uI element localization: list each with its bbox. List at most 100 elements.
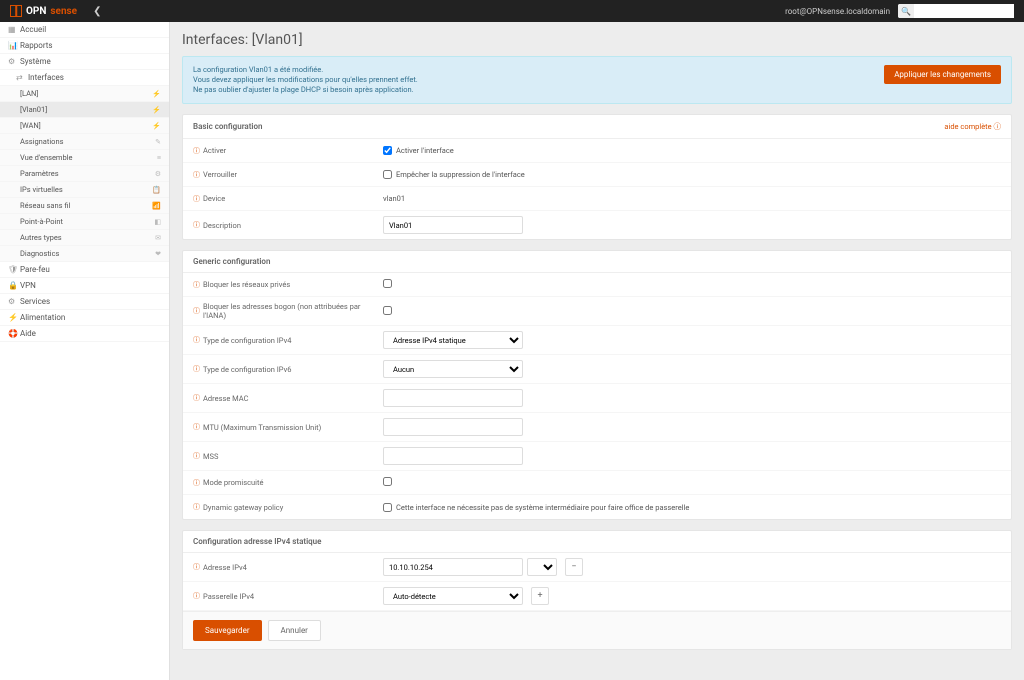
sidebar-item-rapports[interactable]: 📊Rapports [0,38,169,54]
info-icon[interactable]: ⓘ [193,306,200,316]
alert-line1: La configuration Vlan01 a été modifiée. [193,65,418,74]
info-icon[interactable]: ⓘ [193,562,200,572]
label-device: Device [203,194,225,203]
ipv6-type-select[interactable]: Aucun [383,360,523,378]
lock-checkbox[interactable] [383,170,392,179]
sidebar-item-vpn[interactable]: 🔒VPN [0,278,169,294]
enable-checkbox-label[interactable]: Activer l'interface [383,146,1001,155]
sidebar: ▦Accueil📊Rapports⚙Système⇄Interfaces [LA… [0,22,170,680]
section-ipv4-title: Configuration adresse IPv4 statique [193,537,321,546]
row-icon: ❤ [155,250,161,258]
help-link[interactable]: aide complète [944,121,1001,132]
info-icon[interactable]: ⓘ [193,478,200,488]
dyngw-checkbox[interactable] [383,503,392,512]
mss-input[interactable] [383,447,523,465]
topbar: OPN sense ❮ root@OPNsense.localdomain 🔍 [0,0,1024,22]
sidebar-iface-item[interactable]: [LAN]⚡ [0,86,169,102]
cancel-button[interactable]: Annuler [268,620,321,641]
info-icon[interactable]: ⓘ [193,170,200,180]
block-private-checkbox[interactable] [383,279,392,288]
save-button[interactable]: Sauvegarder [193,620,262,641]
sidebar-item-accueil[interactable]: ▦Accueil [0,22,169,38]
nav-icon: 📊 [8,41,20,50]
info-icon[interactable]: ⓘ [193,146,200,156]
info-icon[interactable]: ⓘ [193,364,200,374]
action-row: Sauvegarder Annuler [183,611,1011,649]
nav-icon: ⚙ [8,57,20,66]
search-input[interactable] [914,4,1014,18]
sidebar-item-alimentation[interactable]: ⚡Alimentation [0,310,169,326]
sidebar-item-interfaces[interactable]: ⇄Interfaces [0,70,169,86]
sidebar-iface-item[interactable]: Autres types✉ [0,230,169,246]
row-icon: ✎ [155,138,161,146]
info-icon[interactable]: ⓘ [193,335,200,345]
info-icon[interactable]: ⓘ [193,280,200,290]
dyngw-checkbox-label[interactable]: Cette interface ne nécessite pas de syst… [383,503,1001,512]
row-icon: ⚡ [152,122,161,130]
panel-ipv4: Configuration adresse IPv4 statique ⓘAdr… [182,530,1012,650]
label-desc: Description [203,221,241,230]
ipv4-address-input[interactable] [383,558,523,576]
row-icon: ⚙ [155,170,161,178]
alert-line3: Ne pas oublier d'ajuster la plage DHCP s… [193,85,418,94]
sidebar-item-système[interactable]: ⚙Système [0,54,169,70]
label-ipv4gw: Passerelle IPv4 [203,592,254,601]
sidebar-iface-item[interactable]: Point-à-Point◧ [0,214,169,230]
apply-changes-button[interactable]: Appliquer les changements [884,65,1001,84]
section-basic-title: Basic configuration [193,122,263,131]
label-block-priv: Bloquer les réseaux privés [203,280,290,289]
sidebar-iface-item[interactable]: Réseau sans fil📶 [0,198,169,214]
mac-input[interactable] [383,389,523,407]
sidebar-item-aide[interactable]: 🛟Aide [0,326,169,342]
description-input[interactable] [383,216,523,234]
ipv4-type-select[interactable]: Adresse IPv4 statique [383,331,523,349]
label-ipv6type: Type de configuration IPv6 [203,365,291,374]
sidebar-toggle-icon[interactable]: ❮ [93,6,101,17]
info-icon[interactable]: ⓘ [193,220,200,230]
nav-icon: ⚙ [8,297,20,306]
alert-box: La configuration Vlan01 a été modifiée. … [182,56,1012,104]
brand-b: sense [50,6,77,17]
sidebar-iface-item[interactable]: Diagnostics❤ [0,246,169,262]
sidebar-item-services[interactable]: ⚙Services [0,294,169,310]
mask-minus-button[interactable]: − [565,558,583,576]
value-device: vlan01 [383,194,405,203]
enable-checkbox[interactable] [383,146,392,155]
info-icon[interactable]: ⓘ [193,393,200,403]
ipv4-mask-select[interactable]: 24 [527,558,557,576]
info-icon[interactable]: ⓘ [193,502,200,512]
gateway-add-button[interactable]: + [531,587,549,605]
page-title: Interfaces: [Vlan01] [182,32,1012,48]
promisc-checkbox[interactable] [383,477,392,486]
info-icon[interactable]: ⓘ [193,194,200,204]
user-label[interactable]: root@OPNsense.localdomain [785,7,890,16]
lock-checkbox-label[interactable]: Empêcher la suppression de l'interface [383,170,1001,179]
topbar-right: root@OPNsense.localdomain 🔍 [785,4,1014,18]
info-icon[interactable]: ⓘ [193,591,200,601]
logo[interactable]: OPN sense [10,5,77,17]
sidebar-iface-item[interactable]: Assignations✎ [0,134,169,150]
row-icon: 📋 [152,186,161,194]
info-icon[interactable]: ⓘ [193,422,200,432]
mtu-input[interactable] [383,418,523,436]
label-ipv4type: Type de configuration IPv4 [203,336,291,345]
sidebar-iface-item[interactable]: [WAN]⚡ [0,118,169,134]
block-bogon-checkbox[interactable] [383,306,392,315]
brand-a: OPN [26,6,46,17]
sidebar-iface-item[interactable]: Vue d'ensemble≡ [0,150,169,166]
label-block-bogon: Bloquer les adresses bogon (non attribué… [203,302,383,320]
search-box: 🔍 [898,4,1014,18]
sidebar-iface-item[interactable]: IPs virtuelles📋 [0,182,169,198]
alert-text: La configuration Vlan01 a été modifiée. … [193,65,418,95]
sidebar-iface-item[interactable]: [Vlan01]⚡ [0,102,169,118]
sidebar-item-pare-feu[interactable]: 🛡Pare-feu [0,262,169,278]
logo-icon [10,5,22,17]
sidebar-iface-item[interactable]: Paramètres⚙ [0,166,169,182]
row-icon: 📶 [152,202,161,210]
label-enable: Activer [203,146,226,155]
main-content: Interfaces: [Vlan01] La configuration Vl… [170,22,1024,680]
nav-icon: ▦ [8,25,20,34]
info-icon[interactable]: ⓘ [193,451,200,461]
ipv4-gateway-select[interactable]: Auto-détecte [383,587,523,605]
search-icon[interactable]: 🔍 [898,4,914,18]
